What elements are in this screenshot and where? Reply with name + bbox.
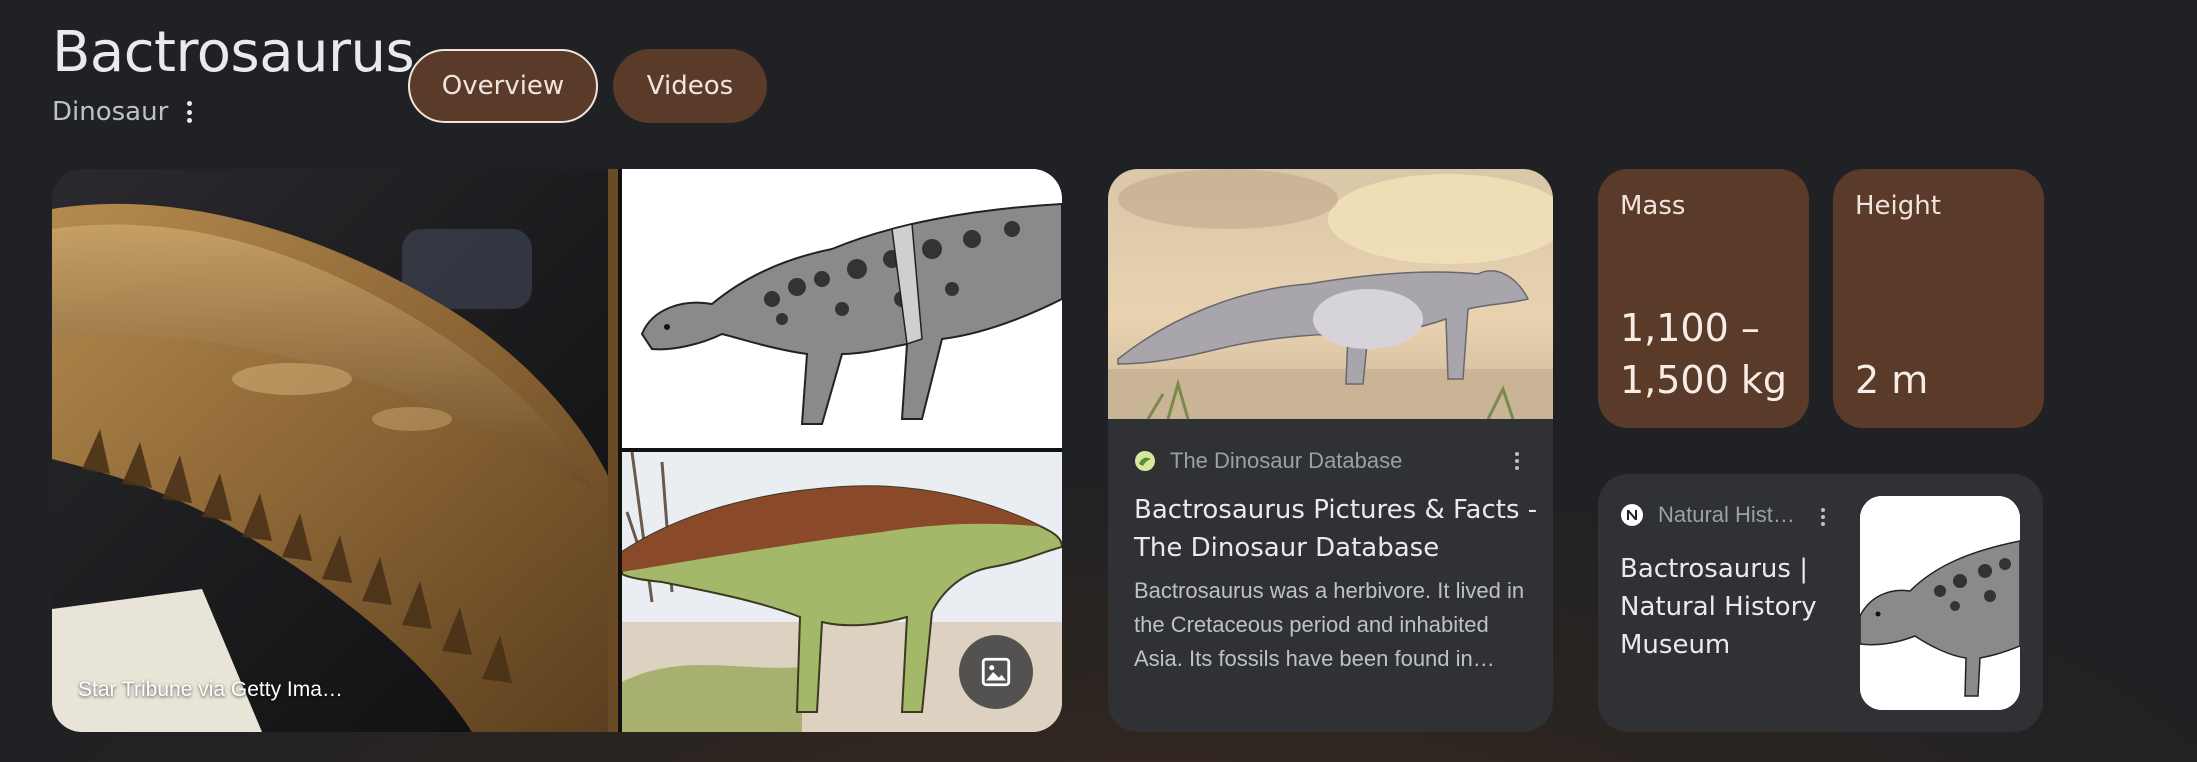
tab-videos-label: Videos	[646, 71, 734, 101]
fossil-jaw-image[interactable]: Star Tribune via Getty Ima…	[52, 169, 618, 732]
nhm-source-name[interactable]: Natural Hist…	[1658, 502, 1795, 528]
result-source-name[interactable]: The Dinosaur Database	[1170, 448, 1402, 474]
result-more-options-icon[interactable]	[1514, 452, 1520, 470]
view-images-button[interactable]	[959, 635, 1033, 709]
result-source-row: The Dinosaur Database	[1134, 448, 1402, 474]
result-title-line1: Bactrosaurus Pictures & Facts -	[1134, 495, 1538, 525]
fact-value-mass-line2: 1,500 kg	[1620, 358, 1787, 402]
nhm-result-title[interactable]: Bactrosaurus | Natural History Museum	[1620, 550, 1817, 664]
result-snippet: Bactrosaurus was a herbivore. It lived i…	[1134, 578, 1525, 671]
nhm-favicon-icon	[1620, 503, 1644, 527]
result-card-dinosaur-database[interactable]: The Dinosaur Database Bactrosaurus Pictu…	[1108, 169, 1553, 732]
fact-value-height: 2 m	[1855, 354, 1928, 406]
result-thumbnail	[1108, 169, 1553, 419]
nhm-thumbnail[interactable]	[1860, 496, 2020, 710]
fact-value-mass-line1: 1,100 –	[1620, 306, 1760, 350]
dinosaur-database-favicon-icon	[1134, 450, 1156, 472]
nhm-source-row: Natural Hist…	[1620, 502, 1795, 528]
entity-subtitle: Dinosaur	[52, 97, 169, 127]
more-options-icon[interactable]	[184, 101, 194, 123]
nhm-more-options-icon[interactable]	[1820, 508, 1826, 526]
fact-value-height-text: 2 m	[1855, 358, 1929, 402]
tab-overview[interactable]: Overview	[408, 49, 598, 123]
fact-label-mass: Mass	[1620, 191, 1686, 221]
image-gallery: Star Tribune via Getty Ima…	[52, 169, 1062, 732]
fact-label-height: Height	[1855, 191, 1941, 221]
result-title[interactable]: Bactrosaurus Pictures & Facts - The Dino…	[1134, 491, 1537, 567]
bactrosaurus-illustration-image[interactable]	[621, 451, 1062, 732]
bactrosaurus-sketch-image[interactable]	[622, 169, 1062, 448]
image-credit: Star Tribune via Getty Ima…	[78, 678, 343, 701]
nhm-title-line3: Museum	[1620, 630, 1731, 660]
nhm-title-line1: Bactrosaurus |	[1620, 554, 1808, 584]
fact-value-mass: 1,100 – 1,500 kg	[1620, 302, 1787, 406]
result-title-line2: The Dinosaur Database	[1134, 533, 1440, 563]
result-card-natural-history-museum[interactable]: Natural Hist… Bactrosaurus | Natural His…	[1598, 474, 2043, 732]
fact-card-mass[interactable]: Mass 1,100 – 1,500 kg	[1598, 169, 1809, 428]
fact-card-height[interactable]: Height 2 m	[1833, 169, 2044, 428]
image-icon	[981, 657, 1011, 687]
nhm-title-line2: Natural History	[1620, 592, 1817, 622]
tab-overview-label: Overview	[441, 71, 565, 101]
tab-videos[interactable]: Videos	[613, 49, 767, 123]
entity-title: Bactrosaurus	[52, 20, 415, 85]
